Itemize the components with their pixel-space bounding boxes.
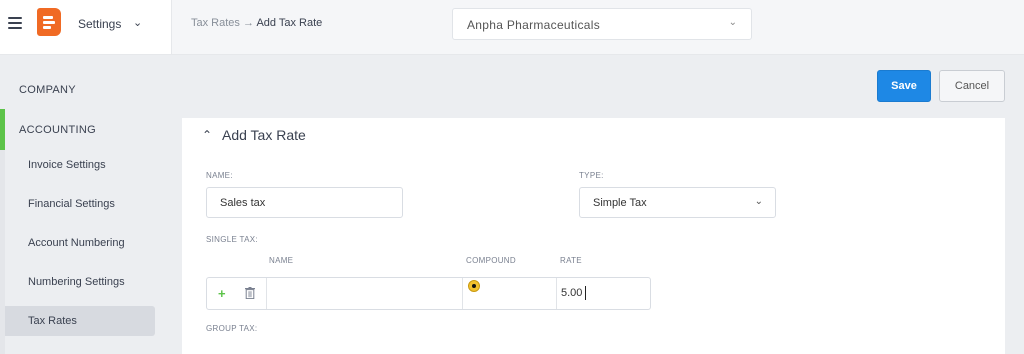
app-logo-icon: [37, 8, 61, 36]
name-label: NAME:: [206, 171, 233, 180]
rate-input[interactable]: 5.00: [561, 287, 582, 299]
hamburger-icon[interactable]: [8, 17, 22, 31]
text-cursor: [585, 286, 586, 300]
type-select[interactable]: Simple Tax ⌄: [579, 187, 776, 218]
column-header-compound: COMPOUND: [466, 256, 516, 265]
name-input-value: Sales tax: [220, 197, 266, 209]
tax-name-input[interactable]: [267, 278, 462, 309]
chevron-down-icon: ⌄: [754, 196, 763, 207]
plus-icon[interactable]: +: [218, 286, 226, 301]
column-header-rate: RATE: [560, 256, 582, 265]
type-label: TYPE:: [579, 171, 604, 180]
trash-icon[interactable]: [245, 287, 255, 299]
group-tax-label: GROUP TAX:: [206, 324, 258, 333]
sidebar-item-invoice-settings[interactable]: Invoice Settings: [28, 159, 106, 171]
brand-area: Settings ⌄: [0, 0, 172, 54]
chevron-down-icon[interactable]: ⌄: [133, 16, 142, 29]
compound-radio[interactable]: [468, 280, 480, 292]
top-bar: Settings ⌄ Tax Rates → Add Tax Rate Anph…: [0, 0, 1024, 55]
sidebar-item-tax-rates[interactable]: Tax Rates: [28, 315, 77, 327]
cell-divider: [556, 278, 557, 309]
save-button[interactable]: Save: [877, 70, 931, 102]
single-tax-label: SINGLE TAX:: [206, 235, 258, 244]
sidebar-active-indicator: [0, 109, 5, 150]
sidebar-section-company[interactable]: COMPANY: [19, 84, 76, 96]
breadcrumb: Tax Rates → Add Tax Rate: [191, 17, 322, 29]
sidebar-item-financial-settings[interactable]: Financial Settings: [28, 198, 115, 210]
column-header-name: NAME: [269, 256, 294, 265]
single-tax-row: + 5.00: [206, 277, 651, 310]
chevron-up-icon[interactable]: ⌃: [202, 128, 212, 142]
name-input[interactable]: Sales tax: [206, 187, 403, 218]
cancel-button[interactable]: Cancel: [939, 70, 1005, 102]
sidebar-item-account-numbering[interactable]: Account Numbering: [28, 237, 125, 249]
type-select-value: Simple Tax: [593, 197, 647, 209]
settings-menu-label[interactable]: Settings: [78, 17, 121, 31]
card-title: Add Tax Rate: [222, 127, 306, 143]
breadcrumb-arrow-icon: →: [242, 17, 254, 29]
sidebar-section-accounting[interactable]: ACCOUNTING: [19, 124, 96, 136]
add-tax-rate-card: ⌃ Add Tax Rate NAME: Sales tax TYPE: Sim…: [182, 118, 1005, 354]
breadcrumb-tax-rates[interactable]: Tax Rates: [191, 17, 240, 29]
chevron-down-icon: ⌄: [728, 17, 737, 28]
breadcrumb-current: Add Tax Rate: [256, 17, 323, 29]
cell-divider: [462, 278, 463, 309]
company-select-value: Anpha Pharmaceuticals: [467, 18, 601, 32]
sidebar-item-numbering-settings[interactable]: Numbering Settings: [28, 276, 125, 288]
company-select[interactable]: Anpha Pharmaceuticals ⌄: [452, 8, 752, 40]
